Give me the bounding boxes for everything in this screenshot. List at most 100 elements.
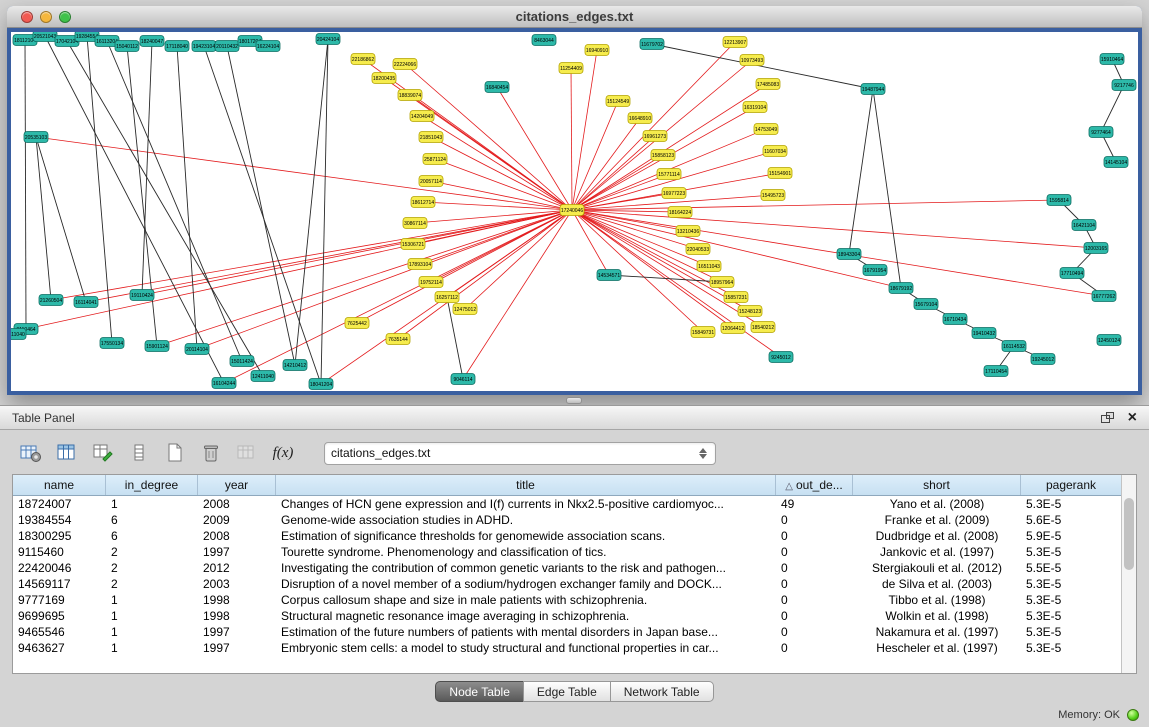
graph-node[interactable]: 15011424 — [230, 356, 254, 367]
graph-node[interactable]: 11679702 — [640, 39, 664, 50]
graph-node[interactable]: 12064412 — [721, 323, 745, 334]
graph-edge[interactable] — [227, 46, 295, 365]
graph-node[interactable]: 7635144 — [386, 334, 410, 345]
close-panel-icon[interactable]: × — [1128, 411, 1137, 425]
graph-edge[interactable] — [1101, 85, 1124, 132]
network-canvas[interactable]: 1724004622186862182004352222406618839074… — [11, 32, 1138, 391]
graph-edge[interactable] — [873, 89, 901, 288]
table-row[interactable]: 1872400712008Changes of HCN gene express… — [13, 496, 1121, 512]
graph-node[interactable]: 16511043 — [697, 261, 721, 272]
graph-node[interactable]: 14204049 — [410, 111, 434, 122]
graph-node[interactable]: 15910464 — [1100, 54, 1124, 65]
graph-node[interactable]: 15771114 — [657, 169, 681, 180]
graph-edge[interactable] — [295, 39, 328, 365]
tab-node-table[interactable]: Node Table — [435, 681, 524, 702]
graph-edge[interactable] — [572, 42, 735, 210]
minimize-button[interactable] — [40, 11, 52, 23]
graph-edge[interactable] — [204, 46, 321, 384]
graph-node[interactable]: 18240047 — [140, 36, 164, 47]
delete-table-icon[interactable] — [198, 440, 224, 466]
column-header-out_degree[interactable]: △out_de... — [776, 475, 853, 495]
graph-node[interactable]: 22040533 — [686, 244, 710, 255]
splitter-handle[interactable] — [566, 397, 582, 404]
graph-node[interactable]: 15306721 — [401, 239, 425, 250]
table-row[interactable]: 946362711997Embryonic stem cells: a mode… — [13, 640, 1121, 656]
graph-node[interactable]: 16257112 — [435, 292, 459, 303]
table-scrollbar-thumb[interactable] — [1124, 498, 1134, 570]
graph-node[interactable]: 12213907 — [723, 37, 747, 48]
graph-node[interactable]: 16224104 — [256, 41, 280, 52]
graph-edge[interactable] — [142, 210, 572, 295]
graph-node[interactable]: 16961273 — [643, 131, 667, 142]
column-header-in_degree[interactable]: in_degree — [106, 475, 198, 495]
graph-node[interactable]: 9046114 — [451, 374, 475, 385]
graph-edge[interactable] — [572, 50, 597, 210]
graph-node[interactable]: 21851043 — [419, 132, 443, 143]
graph-edge[interactable] — [572, 210, 750, 311]
graph-edge[interactable] — [51, 210, 572, 300]
graph-node[interactable]: 19423104 — [192, 41, 216, 52]
table-scrollbar[interactable] — [1121, 475, 1136, 673]
panel-splitter[interactable] — [0, 395, 1149, 405]
table-selector[interactable]: citations_edges.txt — [324, 442, 716, 465]
graph-node[interactable]: 20424104 — [316, 34, 340, 45]
column-header-name[interactable]: name — [13, 475, 106, 495]
graph-edge[interactable] — [463, 210, 572, 379]
graph-node[interactable]: 18612714 — [411, 197, 435, 208]
graph-node[interactable]: 16114041 — [74, 297, 98, 308]
graph-edge[interactable] — [572, 200, 1059, 210]
table-row[interactable]: 969969511998Structural magnetic resonanc… — [13, 608, 1121, 624]
graph-edge[interactable] — [127, 46, 157, 346]
graph-edge[interactable] — [415, 210, 572, 223]
graph-node[interactable]: 17485083 — [756, 79, 780, 90]
graph-node[interactable]: 22186862 — [351, 54, 375, 65]
graph-node[interactable]: 16777262 — [1092, 291, 1116, 302]
graph-edge[interactable] — [142, 41, 152, 295]
graph-node[interactable]: 19410432 — [972, 328, 996, 339]
graph-node[interactable]: 25871124 — [423, 154, 447, 165]
graph-edge[interactable] — [45, 36, 224, 383]
graph-edge[interactable] — [107, 41, 242, 361]
graph-node[interactable]: 19752114 — [419, 277, 443, 288]
zoom-button[interactable] — [59, 11, 71, 23]
graph-node[interactable]: 20521043 — [33, 32, 57, 42]
graph-node[interactable]: 15901124 — [145, 341, 169, 352]
tab-network-table[interactable]: Network Table — [610, 681, 714, 702]
graph-node[interactable]: 15849731 — [691, 327, 715, 338]
graph-edge[interactable] — [497, 87, 572, 210]
graph-node[interactable]: 16940910 — [585, 45, 609, 56]
close-button[interactable] — [21, 11, 33, 23]
show-columns-icon[interactable] — [54, 440, 80, 466]
graph-node[interactable]: 14145104 — [1104, 157, 1128, 168]
graph-node[interactable]: 15248123 — [738, 306, 762, 317]
graph-node[interactable]: 17240046 — [560, 205, 584, 216]
graph-node[interactable]: 15154901 — [768, 168, 792, 179]
graph-node[interactable]: 13210436 — [676, 226, 700, 237]
graph-node[interactable]: 18943304 — [837, 249, 861, 260]
table-options-icon[interactable] — [18, 440, 44, 466]
float-panel-icon[interactable] — [1101, 412, 1114, 423]
graph-node[interactable]: 9217746 — [1112, 80, 1136, 91]
graph-edge[interactable] — [67, 41, 263, 376]
graph-node[interactable]: 17710494 — [1060, 268, 1084, 279]
graph-node[interactable]: 16791954 — [863, 265, 887, 276]
graph-node[interactable]: 18164224 — [668, 207, 692, 218]
graph-node[interactable]: 18540212 — [751, 322, 775, 333]
graph-node[interactable]: 30867114 — [403, 218, 427, 229]
graph-edge[interactable] — [465, 210, 572, 309]
column-header-year[interactable]: year — [198, 475, 276, 495]
column-header-pagerank[interactable]: pagerank — [1021, 475, 1121, 495]
edit-table-icon[interactable] — [90, 440, 116, 466]
graph-node[interactable]: 19110424 — [130, 290, 154, 301]
table-row[interactable]: 1456911722003Disruption of a novel membe… — [13, 576, 1121, 592]
graph-node[interactable]: 12003165 — [1084, 243, 1108, 254]
column-header-short[interactable]: short — [853, 475, 1021, 495]
graph-node[interactable]: 9277464 — [1089, 127, 1113, 138]
graph-node[interactable]: 18957964 — [710, 277, 734, 288]
table-row[interactable]: 946554611997Estimation of the future num… — [13, 624, 1121, 640]
graph-node[interactable]: 7625442 — [345, 318, 369, 329]
graph-edge[interactable] — [423, 202, 572, 210]
graph-node[interactable]: 18111040 — [11, 329, 26, 340]
graph-node[interactable]: 11254409 — [559, 63, 583, 74]
graph-node[interactable]: 20114104 — [185, 344, 209, 355]
